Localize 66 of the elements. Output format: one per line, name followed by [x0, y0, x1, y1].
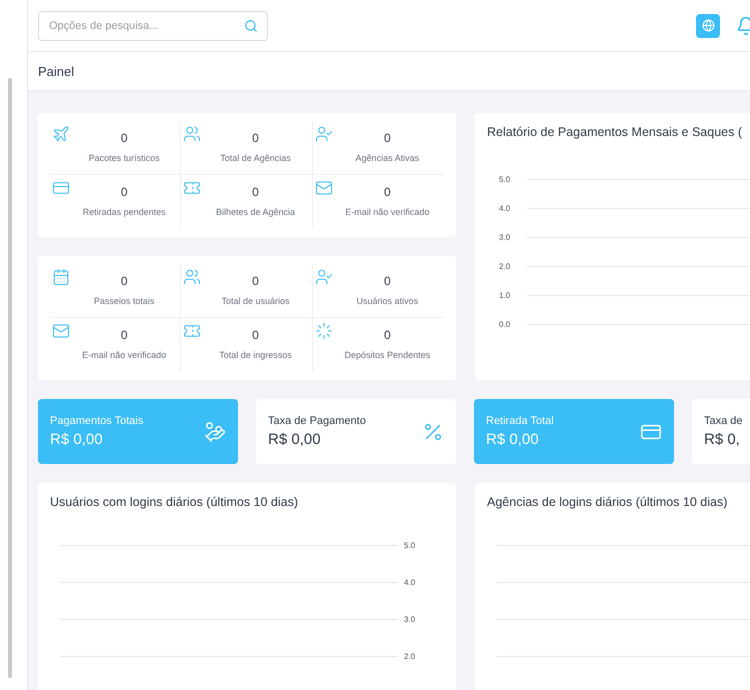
axis-label: 0.0 [499, 320, 512, 329]
stat-icon [183, 322, 202, 340]
stat-icon [314, 322, 333, 340]
summary-value: R$ 0,00 [268, 431, 322, 448]
axis-label: 1.0 [499, 291, 512, 300]
globe-button[interactable] [696, 14, 720, 38]
stat-label: Retiradas pendentes [82, 207, 166, 217]
stat-value: 0 [252, 274, 259, 288]
stat-value: 0 [384, 328, 391, 342]
notification-button[interactable] [736, 16, 750, 36]
chart-title: Agências de logins diários (últimos 10 dias) [487, 495, 728, 509]
bell-icon [736, 16, 750, 36]
stat-label: Depósitos Pendentes [344, 350, 430, 360]
summary-label: Taxa de Pagamento [268, 415, 366, 427]
stat-icon [52, 268, 70, 286]
stat-value: 0 [120, 328, 128, 342]
stat-label: E-mail não verificado [345, 207, 430, 217]
stat-value: 0 [384, 185, 391, 199]
stat-icon [183, 125, 202, 143]
stat-value: 0 [252, 185, 259, 199]
axis-label: 2.0 [499, 262, 512, 271]
axis-label: 4.0 [499, 204, 512, 213]
search-icon [244, 18, 258, 32]
summary-value: R$ 0,00 [486, 431, 540, 448]
stat-icon [52, 125, 70, 143]
stat-icon [52, 179, 70, 197]
chart-title: Relatório de Pagamentos Mensais e Saques ( [487, 125, 744, 139]
stat-value: 0 [252, 131, 259, 145]
stat-value: 0 [384, 274, 391, 288]
axis-label: 3.0 [404, 615, 416, 624]
stat-icon [183, 179, 202, 197]
summary-icon [204, 420, 226, 442]
stat-value: 0 [120, 274, 128, 288]
summary-value: R$ 0,00 [50, 431, 104, 448]
stat-label: E-mail não verificado [82, 350, 166, 360]
summary-label: Pagamentos Totais [50, 415, 144, 427]
scrollbar[interactable] [8, 78, 12, 678]
summary-value: R$ 0, [704, 431, 741, 448]
axis-label: 2.0 [404, 652, 416, 661]
stat-value: 0 [120, 185, 128, 199]
stat-icon [314, 125, 333, 143]
stat-icon [314, 268, 333, 286]
search-field[interactable]: Opções de pesquisa... [38, 10, 268, 40]
stat-label: Usuários ativos [356, 296, 418, 306]
stat-label: Passeios totais [94, 296, 154, 306]
stat-label: Pacotes turísticos [88, 153, 160, 163]
stat-label: Agências Ativas [356, 153, 420, 163]
axis-label: 4.0 [404, 578, 416, 587]
axis-label: 5.0 [404, 541, 416, 550]
stat-value: 0 [384, 131, 391, 145]
stat-value: 0 [120, 131, 128, 145]
summary-label: Retirada Total [486, 415, 554, 427]
stat-icon [183, 268, 202, 286]
stat-label: Total de ingressos [219, 350, 292, 360]
stat-label: Total de Agências [220, 153, 291, 163]
axis-label: 5.0 [499, 175, 512, 184]
page-title: Painel [28, 52, 750, 90]
stat-label: Bilhetes de Agência [216, 207, 296, 217]
stat-icon [52, 322, 70, 340]
axis-label: 3.0 [499, 233, 512, 242]
stat-value: 0 [252, 328, 259, 342]
stat-icon [314, 179, 333, 197]
summary-label: Taxa de [704, 415, 743, 427]
chart-title: Usuários com logins diários (últimos 10 dias) [50, 495, 300, 509]
globe-icon [702, 19, 714, 32]
stat-label: Total de usuários [221, 296, 290, 306]
